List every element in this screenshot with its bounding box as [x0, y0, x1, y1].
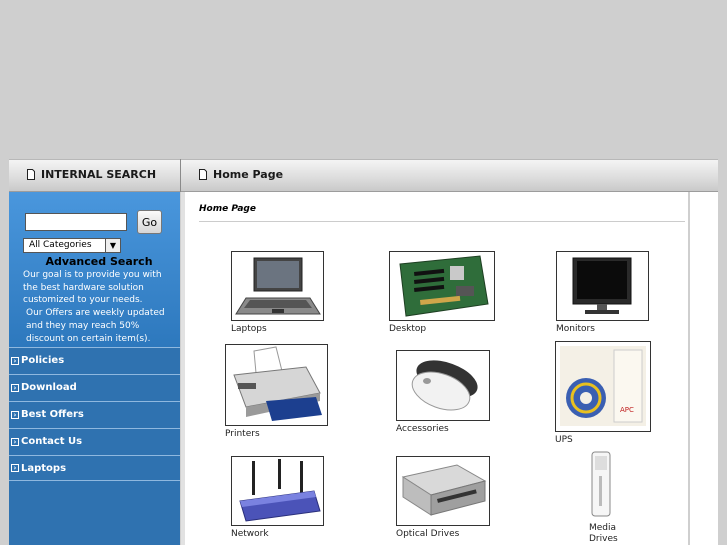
product-monitors[interactable]: Monitors [556, 251, 649, 335]
sidebar-item-policies[interactable]: › Policies [9, 347, 180, 373]
offers-text: Our Offers are weekly updated and they m… [26, 308, 165, 344]
arrow-bullet-icon: › [11, 410, 19, 419]
product-ups[interactable]: APC UPS [555, 341, 651, 446]
product-printers[interactable]: Printers [225, 344, 328, 440]
sidebar-item-contact-us[interactable]: › Contact Us [9, 428, 180, 454]
goal-text: Our goal is to provide you with the best… [23, 270, 162, 306]
arrow-bullet-icon: › [11, 437, 19, 446]
product-label[interactable]: Monitors [556, 324, 649, 335]
sidebar-item-label: Policies [21, 355, 65, 366]
internal-search-title: INTERNAL SEARCH [41, 168, 157, 181]
sidebar-item-laptops[interactable]: › Laptops [9, 455, 180, 481]
sidebar-item-label: Contact Us [21, 436, 83, 447]
main-content: Home Page Laptops Desktop Monitors Print… [181, 192, 688, 545]
arrow-bullet-icon: › [11, 356, 19, 365]
breadcrumb: Home Page [199, 204, 256, 214]
laptop-icon[interactable] [231, 251, 324, 321]
product-laptops[interactable]: Laptops [231, 251, 324, 335]
sidebar-item-best-offers[interactable]: › Best Offers [9, 401, 180, 427]
ups-box-icon[interactable]: APC [555, 341, 651, 432]
optical-drive-icon[interactable] [396, 456, 490, 526]
product-label[interactable]: Optical Drives [396, 529, 490, 540]
motherboard-icon[interactable] [389, 251, 495, 321]
home-page-header: Home Page [181, 159, 718, 192]
product-label[interactable]: Network [231, 529, 324, 540]
document-icon [27, 169, 35, 180]
scroll-gutter [690, 192, 718, 545]
product-label[interactable]: Media Drives [589, 523, 629, 545]
arrow-bullet-icon: › [11, 464, 19, 472]
category-select[interactable]: All Categories ▼ [23, 238, 121, 253]
product-label[interactable]: UPS [555, 435, 651, 446]
printer-icon[interactable] [225, 344, 328, 426]
sidebar-item-download[interactable]: › Download [9, 374, 180, 400]
product-label[interactable]: Printers [225, 429, 328, 440]
sidebar-item-label: Best Offers [21, 409, 84, 420]
advanced-search-link[interactable]: Advanced Search [9, 255, 189, 268]
home-page-title: Home Page [213, 168, 284, 181]
svg-text:APC: APC [620, 406, 634, 414]
monitor-icon[interactable] [556, 251, 649, 321]
product-label[interactable]: Laptops [231, 324, 324, 335]
product-desktop[interactable]: Desktop [389, 251, 495, 335]
router-icon[interactable] [231, 456, 324, 526]
sidebar-item-label: Laptops [21, 462, 67, 474]
sidebar-item-label: Download [21, 382, 77, 393]
category-selected-value: All Categories [29, 240, 92, 250]
arrow-bullet-icon: › [11, 383, 19, 392]
internal-search-header: INTERNAL SEARCH [9, 159, 180, 192]
product-label[interactable]: Accessories [396, 424, 490, 435]
product-network[interactable]: Network [231, 456, 324, 540]
sidebar: Go All Categories ▼ Advanced Search Our … [9, 192, 180, 545]
sidebar-nav: › Policies › Download › Best Offers › Co… [9, 347, 180, 482]
divider [199, 221, 685, 222]
search-input[interactable] [25, 213, 127, 231]
usb-drive-icon[interactable] [589, 450, 613, 520]
chevron-down-icon[interactable]: ▼ [105, 239, 120, 252]
search-panel: Go All Categories ▼ Advanced Search Our … [9, 192, 180, 347]
sidebar-description: Our goal is to provide you with the best… [23, 269, 179, 345]
mouse-icon[interactable] [396, 350, 490, 421]
product-accessories[interactable]: Accessories [396, 350, 490, 435]
product-optical-drives[interactable]: Optical Drives [396, 456, 490, 540]
document-icon [199, 169, 207, 180]
go-button[interactable]: Go [137, 210, 162, 234]
product-label[interactable]: Desktop [389, 324, 495, 335]
product-media-drives[interactable]: Media Drives [589, 450, 629, 545]
